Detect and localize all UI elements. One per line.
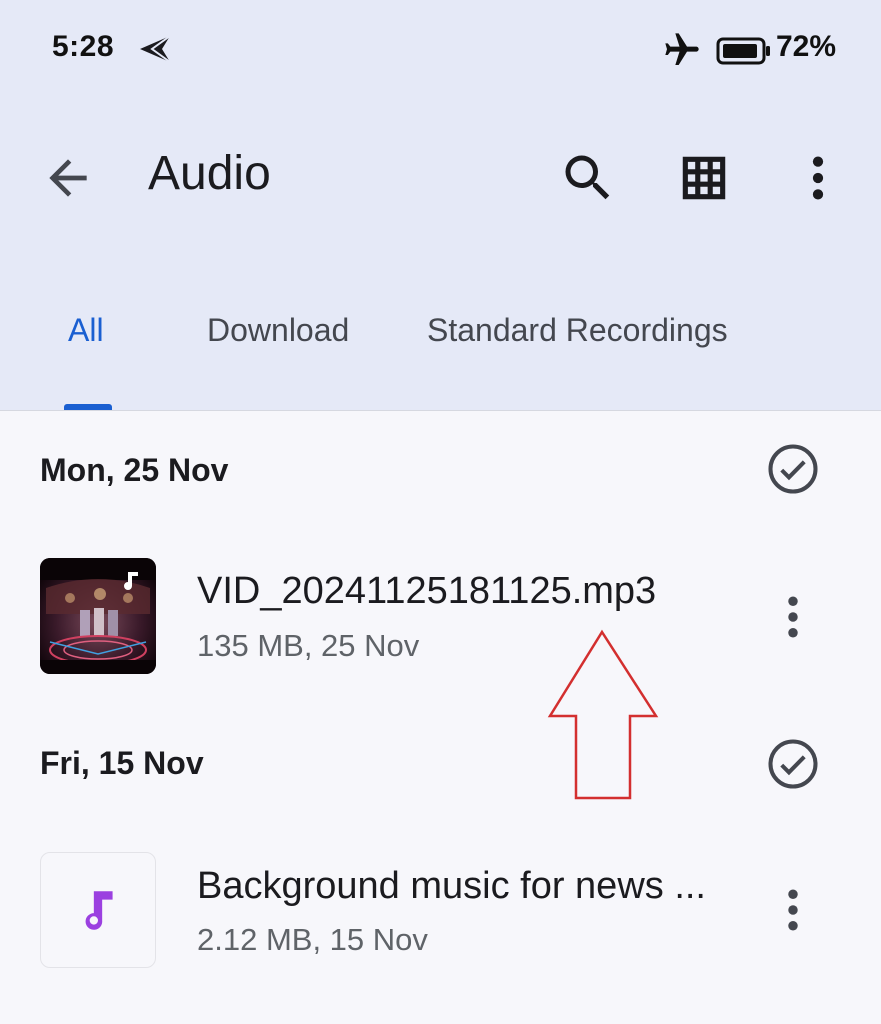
music-note-icon xyxy=(85,891,113,930)
tab-download[interactable]: Download xyxy=(207,312,349,349)
app-header: 5:28 72% Audio All Download Standard Rec… xyxy=(0,0,881,411)
back-arrow-icon[interactable] xyxy=(40,150,96,206)
grid-view-icon[interactable] xyxy=(676,150,732,206)
file-name[interactable]: VID_20241125181125.mp3 xyxy=(197,570,656,613)
file-name[interactable]: Background music for news ... xyxy=(197,865,706,908)
audio-thumbnail[interactable] xyxy=(40,852,156,968)
select-all-check-icon[interactable] xyxy=(766,442,820,496)
page-title: Audio xyxy=(148,147,271,200)
tab-standard-recordings[interactable]: Standard Recordings xyxy=(427,312,728,349)
select-all-check-icon[interactable] xyxy=(766,737,820,791)
tab-all[interactable]: All xyxy=(68,312,104,349)
airplane-icon xyxy=(665,33,699,65)
video-thumbnail[interactable] xyxy=(40,558,156,674)
tab-selected-indicator xyxy=(64,404,112,410)
navigation-arrow-icon xyxy=(140,35,171,63)
file-meta: 2.12 MB, 15 Nov xyxy=(197,922,428,957)
file-more-options-icon[interactable] xyxy=(766,590,820,644)
battery-icon xyxy=(716,37,770,65)
date-header: Fri, 15 Nov xyxy=(40,745,204,781)
date-header: Mon, 25 Nov xyxy=(40,452,229,488)
more-options-icon[interactable] xyxy=(790,150,846,206)
file-more-options-icon[interactable] xyxy=(766,883,820,937)
status-time: 5:28 xyxy=(52,30,115,63)
annotation-arrow xyxy=(547,629,659,800)
file-meta: 135 MB, 25 Nov xyxy=(197,628,420,663)
video-thumbnail-image xyxy=(40,558,156,674)
battery-percentage: 72% xyxy=(776,30,837,63)
search-icon[interactable] xyxy=(558,148,618,208)
